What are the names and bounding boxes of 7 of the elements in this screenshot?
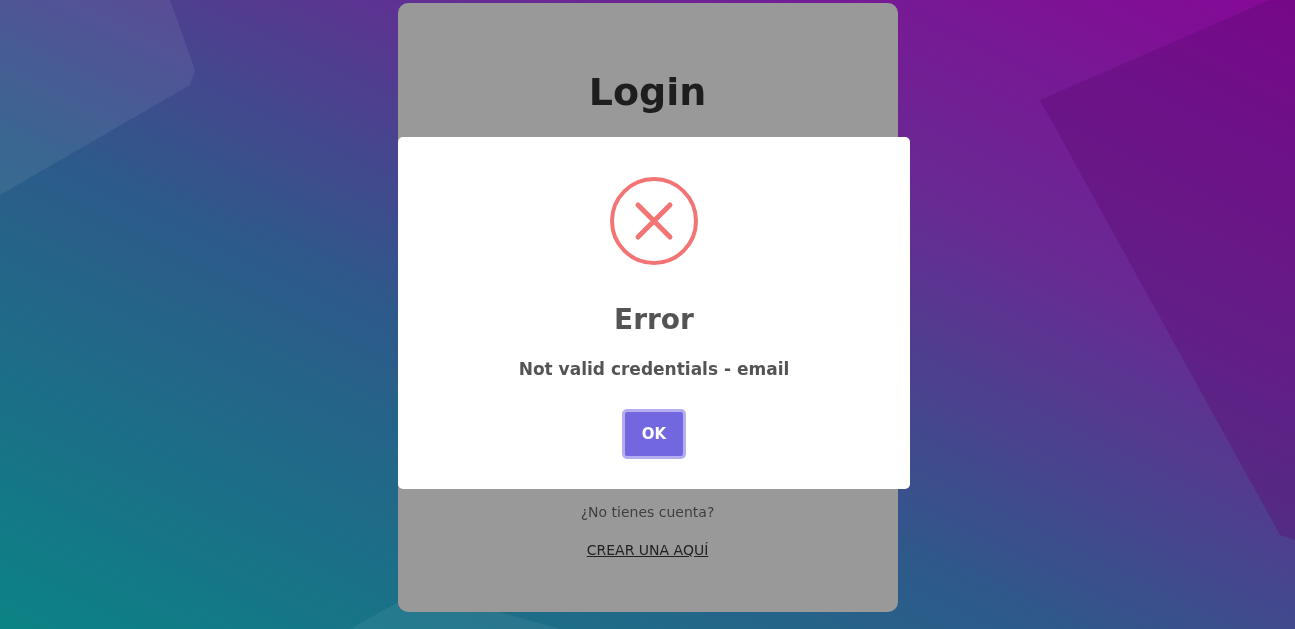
ok-button[interactable]: OK xyxy=(622,409,686,459)
signup-link[interactable]: CREAR UNA AQUÍ xyxy=(586,540,709,560)
dialog-message: Not valid credentials - email xyxy=(518,358,790,381)
login-title: Login xyxy=(588,69,707,115)
signup-prompt: ¿No tienes cuenta? xyxy=(580,503,715,522)
dialog-title: Error xyxy=(614,302,694,338)
error-x-icon xyxy=(610,177,698,265)
